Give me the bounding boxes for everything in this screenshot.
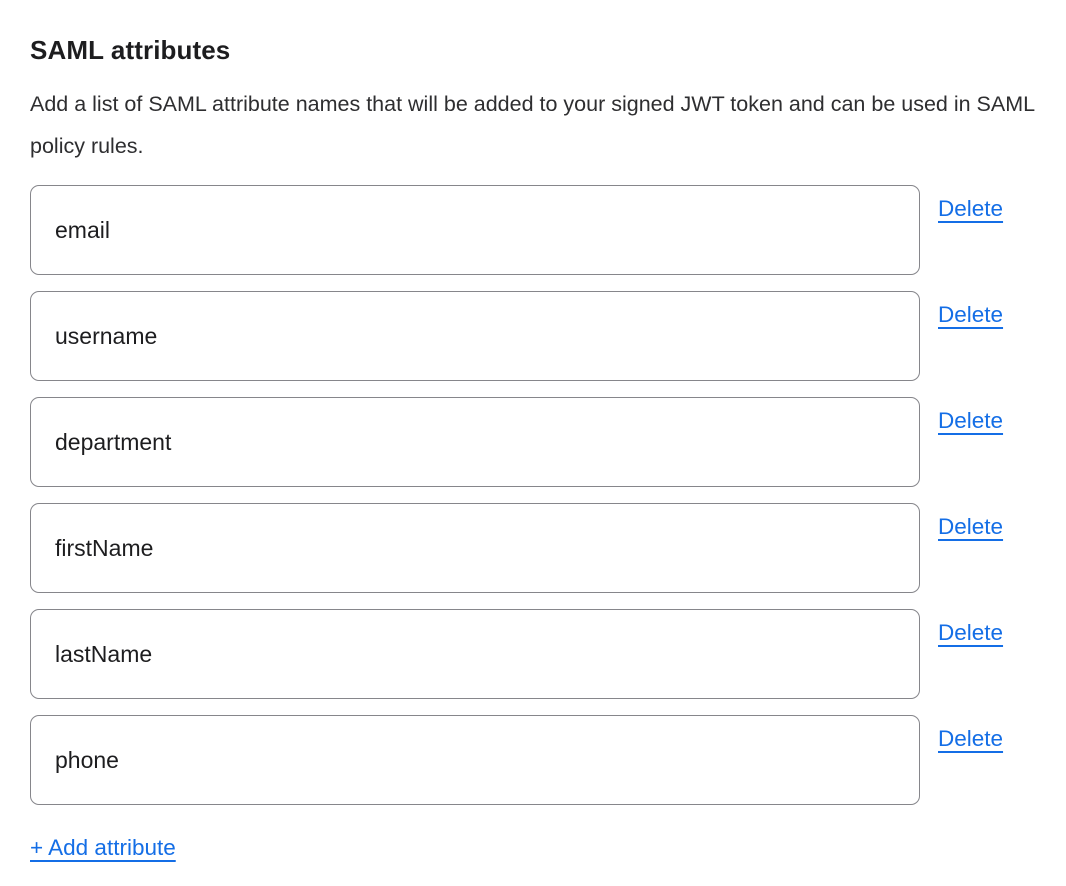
delete-attribute-link[interactable]: Delete bbox=[938, 726, 1003, 752]
delete-attribute-link[interactable]: Delete bbox=[938, 514, 1003, 540]
add-attribute-link[interactable]: + Add attribute bbox=[30, 835, 176, 861]
delete-attribute-link[interactable]: Delete bbox=[938, 196, 1003, 222]
attribute-input[interactable] bbox=[30, 503, 920, 593]
section-description: Add a list of SAML attribute names that … bbox=[30, 83, 1036, 167]
attribute-input[interactable] bbox=[30, 609, 920, 699]
attribute-input[interactable] bbox=[30, 185, 920, 275]
attribute-row: Delete bbox=[30, 397, 1036, 487]
attribute-row: Delete bbox=[30, 609, 1036, 699]
delete-attribute-link[interactable]: Delete bbox=[938, 302, 1003, 328]
attribute-row: Delete bbox=[30, 185, 1036, 275]
section-title: SAML attributes bbox=[30, 34, 1036, 66]
attribute-row: Delete bbox=[30, 715, 1036, 805]
attribute-row: Delete bbox=[30, 291, 1036, 381]
delete-attribute-link[interactable]: Delete bbox=[938, 408, 1003, 434]
attribute-row: Delete bbox=[30, 503, 1036, 593]
attribute-input[interactable] bbox=[30, 715, 920, 805]
delete-attribute-link[interactable]: Delete bbox=[938, 620, 1003, 646]
saml-attributes-section: SAML attributes Add a list of SAML attri… bbox=[0, 0, 1066, 861]
attribute-input[interactable] bbox=[30, 397, 920, 487]
attribute-input[interactable] bbox=[30, 291, 920, 381]
